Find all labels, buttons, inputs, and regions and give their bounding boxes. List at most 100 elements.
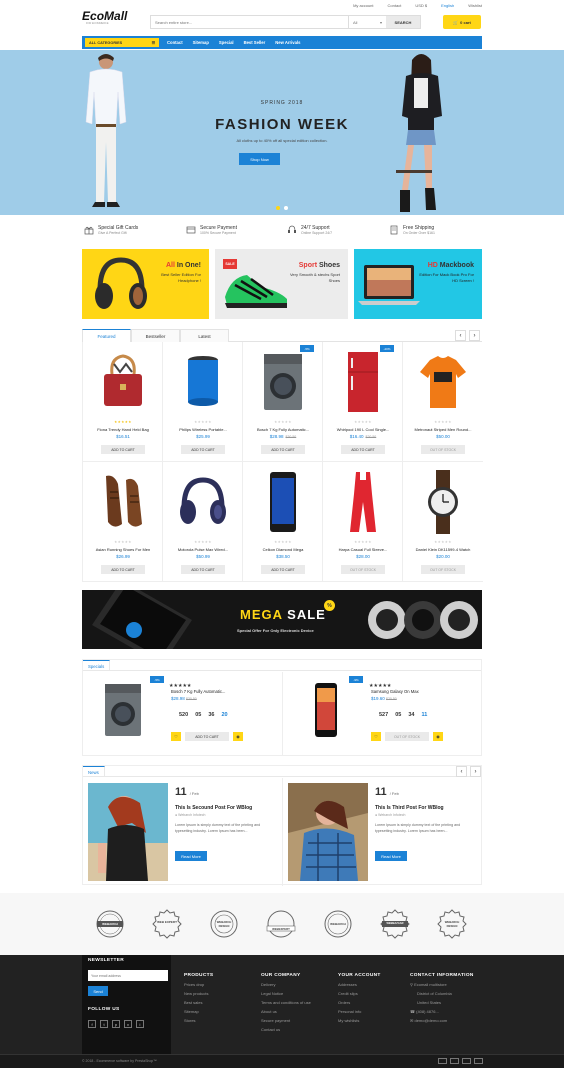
brand-logo[interactable]: WEBARCH DESIGN [437, 909, 467, 939]
brand-logo[interactable]: WEBARCH [95, 909, 125, 939]
post-title[interactable]: This Is Secound Post For WBlog [175, 805, 252, 811]
product-name[interactable]: Daniel Klein DK11599-4 Watch [403, 547, 483, 552]
footer-link[interactable]: Secure payment [261, 1018, 311, 1023]
mega-sale-banner[interactable]: MEGA SALE % Special Offer For Only Elect… [82, 590, 482, 649]
footer-link[interactable]: My wishlists [338, 1018, 381, 1023]
footer-link[interactable]: Terms and conditions of use [261, 1000, 311, 1005]
wishlist-link[interactable]: Wishlist [468, 3, 482, 8]
product-card[interactable]: ★★★★★ Celkon Diamond Mega $38.50 ADD TO … [243, 462, 323, 582]
product-name[interactable]: Harpa Casual Full Sleeve... [323, 547, 403, 552]
slider-dot-1[interactable] [276, 206, 280, 210]
quick-view-eye-icon[interactable]: ◉ [233, 732, 243, 741]
newsletter-email-input[interactable] [88, 970, 168, 981]
footer-link[interactable]: Legal Notice [261, 991, 311, 996]
footer-link[interactable]: Orders [338, 1000, 381, 1005]
footer-link[interactable]: About us [261, 1009, 311, 1014]
slider-dot-2[interactable] [284, 206, 288, 210]
product-card[interactable]: ★★★★★ Daniel Klein DK11599-4 Watch $20.0… [403, 462, 483, 582]
banner-macbook[interactable]: HD Mackbook Edition For Mack Book Pro Fo… [354, 249, 482, 319]
language-select[interactable]: English [441, 3, 454, 8]
banner-headphone[interactable]: All In One! Best Seller Edition For Head… [82, 249, 209, 319]
my-account-link[interactable]: My account [353, 3, 373, 8]
category-select[interactable]: All ▾ [348, 16, 386, 28]
shop-now-button[interactable]: Shop Now [239, 153, 280, 165]
nav-sitemap[interactable]: Sitemap [193, 40, 209, 45]
instagram-icon[interactable]: i [136, 1020, 144, 1028]
tab-news[interactable]: News [83, 766, 105, 777]
vimeo-icon[interactable]: v [124, 1020, 132, 1028]
product-name[interactable]: Bosch 7 Kg Fully Automatic... [243, 427, 323, 432]
special-item[interactable]: -9% ★★★★★ Samsung Galaxy On Max $19.60 $… [283, 672, 483, 756]
footer-link[interactable]: Sitemap [184, 1009, 213, 1014]
product-name[interactable]: Whirlpool 190 L Cool Single... [323, 427, 403, 432]
add-to-cart-button[interactable]: ADD TO CART [341, 445, 385, 454]
nav-best-seller[interactable]: Best Seller [244, 40, 266, 45]
news-post[interactable]: 11 / Feb This Is Third Post For WBlog ● … [283, 778, 483, 886]
prev-arrow-icon[interactable]: ‹ [456, 766, 467, 777]
quick-view-eye-icon[interactable]: ◉ [433, 732, 443, 741]
search-button[interactable]: SEARCH [386, 16, 420, 28]
brand-logo[interactable]: WEBARCH DESIGN [209, 909, 239, 939]
hero-slider[interactable]: SPRING 2018 FASHION WEEK All cloths up t… [0, 50, 564, 215]
footer-link[interactable]: Prices drop [184, 982, 213, 987]
pinterest-icon[interactable]: p [112, 1020, 120, 1028]
search-input[interactable] [151, 16, 348, 28]
tab-latest[interactable]: Latest [180, 329, 229, 342]
wishlist-heart-icon[interactable]: ♡ [371, 732, 381, 741]
nav-new-arrivals[interactable]: New Arrivals [275, 40, 300, 45]
product-card[interactable]: -20% ★★★★★ Whirlpool 190 L Cool Single..… [323, 342, 403, 462]
footer-link[interactable]: Best sales [184, 1000, 213, 1005]
footer-link[interactable]: Addresses [338, 982, 381, 987]
footer-link[interactable]: New products [184, 991, 213, 996]
product-name[interactable]: Bosch 7 Kg Fully Automatic... [171, 689, 225, 694]
special-item[interactable]: -5% ★★★★★ Bosch 7 Kg Fully Automatic... … [83, 672, 283, 756]
currency-select[interactable]: USD $ [415, 3, 427, 8]
cart-button[interactable]: 🛒 0 cart [443, 15, 481, 29]
footer-link[interactable]: Delivery [261, 982, 311, 987]
brand-logo[interactable]: WEB EXPERT [152, 909, 182, 939]
facebook-icon[interactable]: f [88, 1020, 96, 1028]
footer-link[interactable]: Contact us [261, 1027, 311, 1032]
product-name[interactable]: Metronaut Striped Men Round... [403, 427, 483, 432]
read-more-button[interactable]: Read More [175, 851, 207, 861]
nav-special[interactable]: Special [219, 40, 234, 45]
tab-featured[interactable]: Featured [82, 329, 131, 342]
add-to-cart-button[interactable]: ADD TO CART [101, 565, 145, 574]
tab-bestseller[interactable]: Bestseller [131, 329, 180, 342]
product-name[interactable]: Philips Wireless Portable... [163, 427, 243, 432]
add-to-cart-button[interactable]: ADD TO CART [181, 565, 225, 574]
wishlist-heart-icon[interactable]: ♡ [171, 732, 181, 741]
brand-logo[interactable]: WEBBAZAAR [380, 909, 410, 939]
add-to-cart-button[interactable]: ADD TO CART [261, 445, 305, 454]
banner-sport-shoes[interactable]: SALE Sport Shoes Very Smooth & stechs Sp… [215, 249, 348, 319]
footer-link[interactable]: Stores [184, 1018, 213, 1023]
product-name[interactable]: Celkon Diamond Mega [243, 547, 323, 552]
product-name[interactable]: Asian Running Shoes For Men [83, 547, 163, 552]
add-to-cart-button[interactable]: ADD TO CART [185, 732, 229, 741]
tab-specials[interactable]: Specials [83, 660, 111, 671]
twitter-icon[interactable]: t [100, 1020, 108, 1028]
product-card[interactable]: ★★★★★ Metronaut Striped Men Round... $50… [403, 342, 483, 462]
product-card[interactable]: ★★★★★ Fiona Trendy Hand Held Bag $16.51 … [83, 342, 163, 462]
product-card[interactable]: ★★★★★ Philips Wireless Portable... $25.9… [163, 342, 243, 462]
add-to-cart-button[interactable]: ADD TO CART [101, 445, 145, 454]
add-to-cart-button[interactable]: ADD TO CART [261, 565, 305, 574]
all-categories-button[interactable]: ALL CATEGORIES ☰ [85, 38, 159, 47]
product-card[interactable]: -5% ★★★★★ Bosch 7 Kg Fully Automatic... … [243, 342, 323, 462]
product-card[interactable]: ★★★★★ Asian Running Shoes For Men $26.99… [83, 462, 163, 582]
product-name[interactable]: Motorola Pulse Max Wired... [163, 547, 243, 552]
next-arrow-icon[interactable]: › [470, 766, 481, 777]
read-more-button[interactable]: Read More [375, 851, 407, 861]
add-to-cart-button[interactable]: ADD TO CART [181, 445, 225, 454]
newsletter-send-button[interactable]: Send [88, 986, 108, 996]
brand-logo[interactable]: WEBARCH [323, 909, 353, 939]
next-arrow-icon[interactable]: › [469, 330, 480, 341]
contact-text[interactable]: demo@demo.com [414, 1018, 447, 1023]
footer-link[interactable]: Credit slips [338, 991, 381, 996]
contact-link[interactable]: Contact [388, 3, 402, 8]
product-name[interactable]: Fiona Trendy Hand Held Bag [83, 427, 163, 432]
nav-contact[interactable]: Contact [167, 40, 183, 45]
footer-link[interactable]: Personal info [338, 1009, 381, 1014]
product-card[interactable]: ★★★★★ Motorola Pulse Max Wired... $50.99… [163, 462, 243, 582]
news-post[interactable]: 11 / Feb This Is Secound Post For WBlog … [83, 778, 283, 886]
